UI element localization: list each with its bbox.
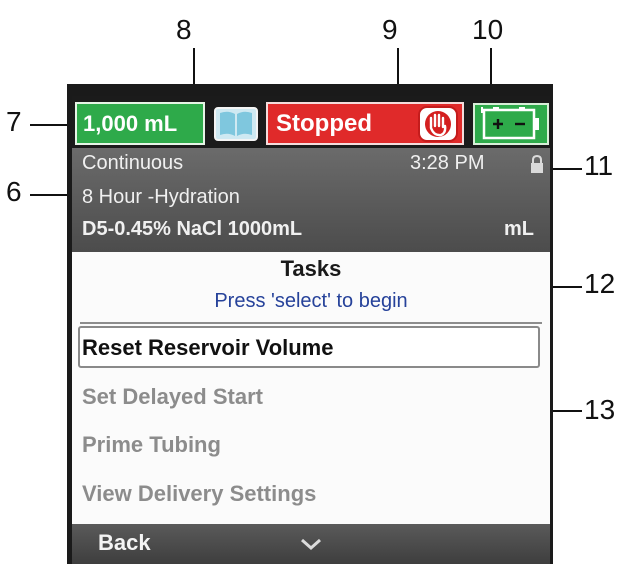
menu-item-prime-tubing[interactable]: Prime Tubing: [82, 432, 221, 458]
menu-item-view-delivery-settings[interactable]: View Delivery Settings: [82, 481, 316, 507]
softkey-bar: Back: [72, 524, 550, 564]
battery-indicator: [473, 103, 549, 145]
chevron-down-icon[interactable]: [300, 536, 322, 552]
protocol-name: 8 Hour -Hydration: [82, 186, 240, 208]
menu-item-set-delayed-start[interactable]: Set Delayed Start: [82, 384, 263, 410]
battery-icon: [481, 107, 539, 140]
callout-8: 8: [176, 14, 192, 45]
infusion-info-panel: Continuous 3:28 PM 8 Hour -Hydration D5-…: [72, 148, 550, 252]
tasks-menu: Tasks Press 'select' to begin Reset Rese…: [72, 252, 550, 524]
menu-item-reset-reservoir-volume[interactable]: Reset Reservoir Volume: [82, 335, 333, 361]
callout-9: 9: [382, 14, 398, 45]
menu-divider: [80, 322, 542, 324]
book-icon[interactable]: [214, 107, 258, 141]
callout-10: 10: [472, 14, 504, 45]
callout-7: 7: [6, 106, 22, 137]
volume-unit: mL: [504, 218, 534, 240]
tasks-instruction: Press 'select' to begin: [214, 290, 408, 312]
callout-11: 11: [584, 150, 614, 181]
drug-name: D5-0.45% NaCl 1000mL: [82, 218, 303, 240]
back-softkey[interactable]: Back: [98, 530, 151, 556]
hand-stop-icon: [418, 106, 458, 142]
clock-time: 3:28 PM: [410, 152, 485, 174]
delivery-mode: Continuous: [82, 152, 184, 174]
tasks-title: Tasks: [280, 256, 342, 281]
callout-12: 12: [584, 268, 616, 299]
callout-13: 13: [584, 394, 616, 425]
lock-icon: [531, 154, 543, 173]
callout-6: 6: [6, 176, 22, 207]
volume-remaining-indicator: 1,000 mL: [75, 102, 205, 145]
